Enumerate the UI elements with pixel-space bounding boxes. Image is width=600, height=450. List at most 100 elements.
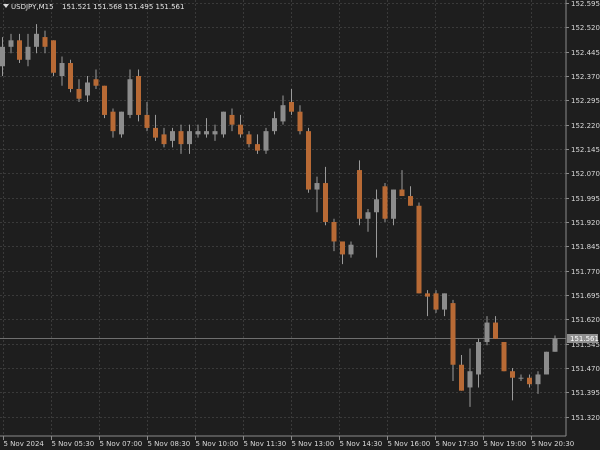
price-tick-label: 151.470: [571, 365, 600, 373]
candle-body-bear: [144, 114, 150, 128]
time-tick-label: 5 Nov 14:30: [340, 440, 383, 448]
candle-body-bull: [442, 293, 447, 310]
candle-body-bull: [518, 377, 524, 379]
candle-body-bear: [382, 186, 388, 219]
candle-body-bull: [127, 79, 133, 115]
candle-body-bull: [314, 183, 320, 190]
time-tick-label: 5 Nov 13:00: [292, 440, 335, 448]
candle-body-bull: [476, 342, 481, 375]
candle-body-bull: [212, 131, 218, 135]
time-tick-label: 5 Nov 10:00: [196, 440, 239, 448]
candle-body-bull: [34, 33, 39, 47]
candle-body-bull: [552, 338, 558, 352]
candle-body-bull: [187, 131, 192, 145]
candle-body-bear: [51, 40, 56, 73]
candle-body-bull: [544, 351, 549, 375]
candle-body-bear: [238, 124, 243, 135]
candle-body-bull: [535, 374, 541, 385]
candle-body-bull: [85, 82, 90, 96]
price-tick-label: 152.595: [571, 0, 600, 8]
price-tick-label: 151.845: [571, 243, 600, 251]
price-tick-label: 151.620: [571, 316, 600, 324]
price-tick-label: 151.770: [571, 268, 600, 276]
price-tick-label: 152.070: [571, 170, 600, 178]
current-price-tag: 151.561: [567, 334, 599, 343]
header: USDJPY,M15 151.521 151.568 151.495 151.5…: [3, 3, 184, 11]
candle-body-bear: [229, 114, 235, 125]
candle-body-bear: [340, 241, 345, 255]
symbol-label: USDJPY,M15: [11, 3, 54, 11]
price-tick-label: 152.295: [571, 97, 600, 105]
candle-body-bear: [399, 189, 405, 197]
price-tick-label: 151.395: [571, 389, 600, 397]
candle-body-bear: [102, 85, 107, 115]
candle-body-bull: [280, 105, 286, 122]
candle-body-bull: [170, 131, 175, 141]
candle-body-bear: [416, 205, 422, 294]
price-tick-label: 151.995: [571, 195, 600, 203]
time-tick-label: 5 Nov 17:30: [436, 440, 479, 448]
candle-body-bear: [255, 144, 260, 151]
price-tick-label: 152.220: [571, 122, 600, 130]
time-tick-label: 5 Nov 16:00: [388, 440, 431, 448]
chart-background: [0, 0, 600, 450]
price-tick-label: 152.145: [571, 146, 600, 154]
candle-body-bull: [119, 111, 124, 135]
candle-body-bear: [153, 127, 158, 138]
candle-body-bear: [323, 183, 328, 222]
candle-body-bull: [374, 199, 379, 213]
candle-body-bear: [110, 111, 116, 132]
candle-body-bear: [306, 131, 311, 190]
candle-body-bear: [178, 131, 184, 145]
candle-body-bull: [204, 131, 209, 135]
candle-body-bear: [331, 221, 337, 242]
ohlc-label: 151.521 151.568 151.495 151.561: [62, 3, 184, 11]
candle-body-bear: [93, 79, 99, 86]
time-tick-label: 5 Nov 20:30: [532, 440, 575, 448]
candlestick-chart[interactable]: 152.595 152.520 152.445 152.370 152.295 152.2…: [0, 0, 600, 450]
candle-body-bear: [289, 101, 294, 112]
candle-body-bear: [408, 196, 413, 206]
price-tick-label: 152.445: [571, 49, 600, 57]
price-tick-label: 152.520: [571, 24, 600, 32]
time-tick-label: 5 Nov 19:00: [484, 440, 527, 448]
candle-body-bull: [0, 46, 5, 67]
candle-body-bull: [467, 371, 473, 388]
price-tick-label: 151.695: [571, 292, 600, 300]
time-tick-label: 5 Nov 05:30: [52, 440, 95, 448]
candle-body-bear: [493, 322, 498, 339]
price-tick-label: 152.370: [571, 73, 600, 81]
candle-body-bear: [510, 371, 515, 378]
candle-body-bear: [527, 377, 532, 385]
candle-body-bull: [8, 40, 14, 47]
price-tick-label: 151.920: [571, 219, 600, 227]
candle-body-bull: [391, 189, 396, 219]
candle-body-bull: [365, 212, 371, 219]
candle-body-bear: [357, 170, 362, 219]
candle-body-bear: [246, 134, 252, 145]
candle-body-bear: [450, 303, 456, 365]
candle-body-bear: [42, 37, 48, 47]
candle-body-bear: [161, 134, 167, 145]
candle-body-bull: [25, 46, 31, 60]
candle-body-bull: [59, 63, 65, 76]
time-tick-label: 5 Nov 2024: [4, 440, 45, 448]
current-price-label: 151.561: [570, 335, 599, 343]
price-tick-label: 151.320: [571, 414, 600, 422]
candle-body-bull: [272, 118, 277, 132]
candle-body-bear: [501, 342, 507, 372]
candle-body-bear: [76, 88, 82, 99]
time-tick-label: 5 Nov 11:30: [244, 440, 287, 448]
time-tick-label: 5 Nov 08:30: [148, 440, 191, 448]
candle-body-bear: [425, 293, 430, 297]
candle-body-bull: [195, 131, 201, 135]
candle-body-bull: [484, 322, 490, 343]
candle-body-bear: [297, 111, 303, 132]
candle-body-bull: [221, 111, 226, 135]
candle-body-bear: [136, 75, 141, 115]
candle-body-bear: [17, 40, 22, 60]
candle-body-bear: [459, 364, 464, 391]
candle-body-bull: [263, 131, 269, 151]
candle-body-bear: [433, 293, 439, 310]
candle-body-bear: [68, 63, 73, 89]
